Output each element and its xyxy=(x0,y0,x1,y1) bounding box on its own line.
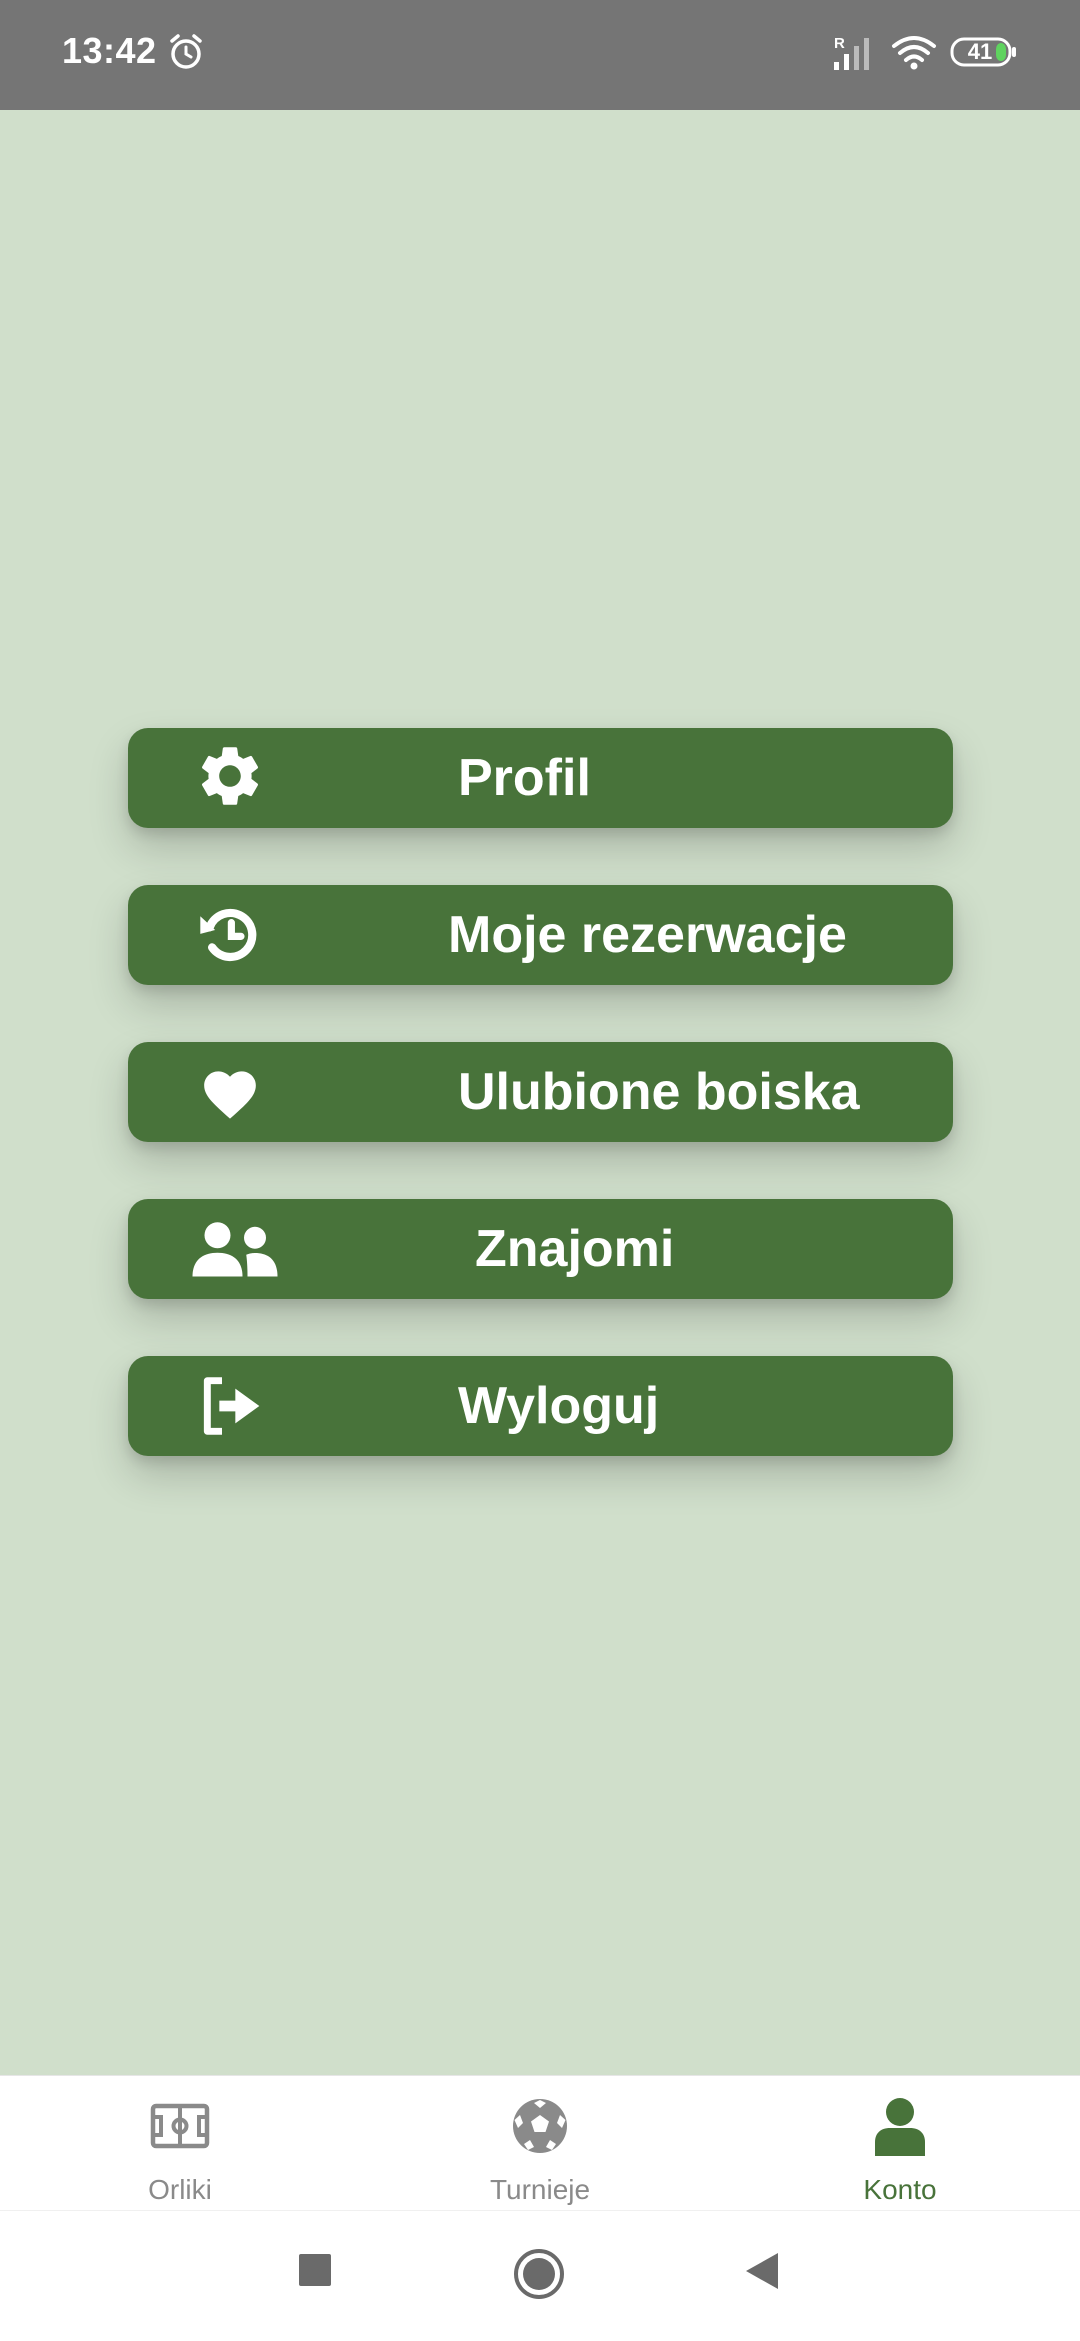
sign-out-icon xyxy=(190,1376,270,1436)
back-button[interactable] xyxy=(744,2251,780,2291)
logout-label: Wyloguj xyxy=(458,1377,660,1435)
profile-button[interactable]: Profil xyxy=(128,728,953,828)
home-button[interactable] xyxy=(512,2247,566,2301)
wifi-icon xyxy=(892,36,936,70)
signal-icon: R xyxy=(834,35,869,70)
nav-label-turnieje: Turnieje xyxy=(489,2174,591,2205)
favorite-fields-label: Ulubione boiska xyxy=(458,1063,860,1121)
profile-label: Profil xyxy=(458,749,591,807)
status-time: 13:42 xyxy=(62,30,157,71)
users-icon xyxy=(190,1219,280,1279)
gear-icon xyxy=(190,747,270,808)
network-badge: R xyxy=(834,35,845,52)
nav-item-turnieje[interactable]: Turnieje xyxy=(430,2076,650,2211)
history-icon xyxy=(190,905,270,965)
friends-label: Znajomi xyxy=(475,1220,675,1278)
status-bar: 13:42 R 41 xyxy=(0,0,1080,110)
my-reservations-label: Moje rezerwacje xyxy=(448,906,847,964)
battery-level: 41 xyxy=(967,39,993,64)
logout-button[interactable]: Wyloguj xyxy=(128,1356,953,1456)
nav-label-konto: Konto xyxy=(863,2174,937,2205)
nav-item-konto[interactable]: Konto xyxy=(790,2076,1010,2211)
bottom-navigation: Orliki Turnieje Konto xyxy=(0,2075,1080,2211)
alarm-clock-icon xyxy=(170,34,202,69)
soccer-ball-icon xyxy=(513,2099,567,2153)
friends-button[interactable]: Znajomi xyxy=(128,1199,953,1299)
nav-label-orliki: Orliki xyxy=(148,2174,212,2205)
user-icon xyxy=(875,2098,925,2156)
my-reservations-button[interactable]: Moje rezerwacje xyxy=(128,885,953,985)
nav-item-orliki[interactable]: Orliki xyxy=(70,2076,290,2211)
pitch-icon xyxy=(150,2103,210,2149)
system-navigation-bar xyxy=(0,2210,1080,2341)
heart-icon xyxy=(190,1062,270,1122)
recents-button[interactable] xyxy=(298,2253,332,2287)
favorite-fields-button[interactable]: Ulubione boiska xyxy=(128,1042,953,1142)
account-menu-screen: Profil Moje rezerwacje Ulubione boiska Z… xyxy=(0,110,1080,2075)
